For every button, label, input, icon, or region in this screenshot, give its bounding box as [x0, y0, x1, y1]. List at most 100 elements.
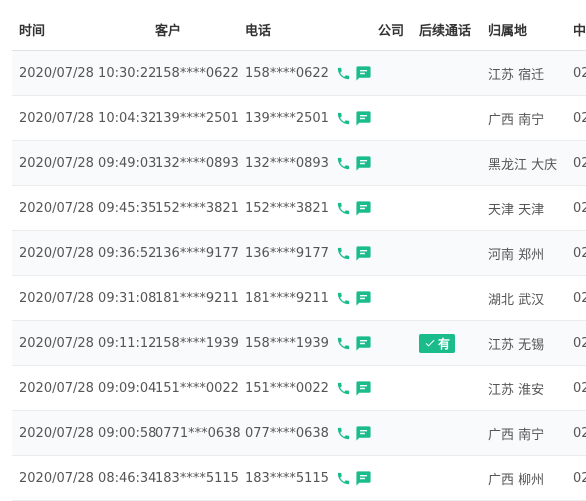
extra-cell: 02: [573, 155, 586, 171]
phone-number: 077****0638: [245, 425, 329, 441]
location-cell: 河南 郑州: [488, 247, 545, 263]
table-row[interactable]: 2020/07/28 09:31:08 181****9211 181****921…: [12, 276, 586, 321]
header-followup[interactable]: 后续通话: [419, 8, 471, 50]
customer-cell: 158****0622: [155, 65, 239, 81]
time-cell: 2020/07/28 09:11:12: [19, 335, 157, 351]
phone-icon[interactable]: [336, 201, 351, 216]
message-icon[interactable]: [355, 290, 372, 307]
extra-cell: 02: [573, 245, 586, 261]
location-cell: 湖北 武汉: [488, 292, 545, 308]
phone-icon[interactable]: [336, 246, 351, 261]
customer-cell: 152****3821: [155, 200, 239, 216]
table-row[interactable]: 2020/07/28 10:04:32 139****2501 139****250…: [12, 96, 586, 141]
customer-cell: 183****5115: [155, 470, 239, 486]
call-records-table: 时间 客户 电话 公司 后续通话 归属地 中 2020/07/28 10:30:…: [12, 8, 586, 501]
phone-icon[interactable]: [336, 291, 351, 306]
phone-cell: 158****0622: [245, 51, 372, 95]
extra-cell: 02: [573, 200, 586, 216]
location-cell: 广西 南宁: [488, 427, 545, 443]
location-cell: 江苏 宿迁: [488, 67, 545, 83]
header-extra[interactable]: 中: [573, 8, 586, 50]
table-body: 2020/07/28 10:30:22 158****0622 158****062…: [12, 51, 586, 501]
phone-icon[interactable]: [336, 426, 351, 441]
customer-cell: 181****9211: [155, 290, 239, 306]
time-cell: 2020/07/28 09:31:08: [19, 290, 157, 306]
table-row[interactable]: 2020/07/28 09:11:12 158****1939 158****193…: [12, 321, 586, 366]
phone-number: 158****0622: [245, 65, 329, 81]
message-icon[interactable]: [355, 110, 372, 127]
extra-cell: 02: [573, 380, 586, 396]
customer-cell: 158****1939: [155, 335, 239, 351]
time-cell: 2020/07/28 09:00:58: [19, 425, 157, 441]
table-header: 时间 客户 电话 公司 后续通话 归属地 中: [12, 8, 586, 51]
phone-icon[interactable]: [336, 471, 351, 486]
phone-number: 183****5115: [245, 470, 329, 486]
table-row[interactable]: 2020/07/28 09:09:04 151****0022 151****002…: [12, 366, 586, 411]
location-cell: 广西 南宁: [488, 112, 545, 128]
header-location[interactable]: 归属地: [488, 8, 527, 50]
phone-number: 181****9211: [245, 290, 329, 306]
time-cell: 2020/07/28 10:04:32: [19, 110, 157, 126]
time-cell: 2020/07/28 08:46:34: [19, 470, 157, 486]
message-icon[interactable]: [355, 335, 372, 352]
customer-cell: 136****9177: [155, 245, 239, 261]
message-icon[interactable]: [355, 245, 372, 262]
header-time[interactable]: 时间: [19, 8, 45, 50]
phone-number: 139****2501: [245, 110, 329, 126]
phone-number: 136****9177: [245, 245, 329, 261]
location-cell: 江苏 无锡: [488, 337, 545, 353]
phone-icon[interactable]: [336, 381, 351, 396]
extra-cell: 02: [573, 65, 586, 81]
phone-icon[interactable]: [336, 66, 351, 81]
header-phone[interactable]: 电话: [245, 8, 271, 50]
customer-cell: 151****0022: [155, 380, 239, 396]
location-cell: 广西 柳州: [488, 472, 545, 488]
extra-cell: 02: [573, 470, 586, 486]
header-company[interactable]: 公司: [378, 8, 404, 50]
location-cell: 黑龙江 大庆: [488, 157, 558, 173]
phone-cell: 077****0638: [245, 411, 372, 455]
table-row[interactable]: 2020/07/28 08:46:34 183****5115 183****511…: [12, 456, 586, 501]
time-cell: 2020/07/28 09:09:04: [19, 380, 157, 396]
time-cell: 2020/07/28 10:30:22: [19, 65, 157, 81]
phone-cell: 181****9211: [245, 276, 372, 320]
table-row[interactable]: 2020/07/28 10:30:22 158****0622 158****062…: [12, 51, 586, 96]
phone-number: 151****0022: [245, 380, 329, 396]
table-row[interactable]: 2020/07/28 09:36:52 136****9177 136****917…: [12, 231, 586, 276]
extra-cell: 02: [573, 290, 586, 306]
time-cell: 2020/07/28 09:36:52: [19, 245, 157, 261]
phone-number: 152****3821: [245, 200, 329, 216]
table-row[interactable]: 2020/07/28 09:49:03 132****0893 132****089…: [12, 141, 586, 186]
message-icon[interactable]: [355, 65, 372, 82]
followup-badge: 有: [419, 333, 456, 353]
phone-cell: 151****0022: [245, 366, 372, 410]
extra-cell: 02: [573, 425, 586, 441]
message-icon[interactable]: [355, 200, 372, 217]
table-row[interactable]: 2020/07/28 09:00:58 0771***0638 077****063…: [12, 411, 586, 456]
phone-cell: 132****0893: [245, 141, 372, 185]
time-cell: 2020/07/28 09:45:35: [19, 200, 157, 216]
check-icon: [424, 337, 438, 349]
phone-number: 158****1939: [245, 335, 329, 351]
phone-number: 132****0893: [245, 155, 329, 171]
phone-cell: 152****3821: [245, 186, 372, 230]
message-icon[interactable]: [355, 380, 372, 397]
phone-icon[interactable]: [336, 336, 351, 351]
customer-cell: 139****2501: [155, 110, 239, 126]
location-cell: 江苏 淮安: [488, 382, 545, 398]
time-cell: 2020/07/28 09:49:03: [19, 155, 157, 171]
phone-cell: 139****2501: [245, 96, 372, 140]
phone-icon[interactable]: [336, 156, 351, 171]
phone-cell: 183****5115: [245, 456, 372, 500]
message-icon[interactable]: [355, 470, 372, 487]
phone-cell: 158****1939: [245, 321, 372, 365]
location-cell: 天津 天津: [488, 202, 545, 218]
table-row[interactable]: 2020/07/28 09:45:35 152****3821 152****382…: [12, 186, 586, 231]
phone-cell: 136****9177: [245, 231, 372, 275]
followup-cell: 有: [419, 321, 456, 365]
customer-cell: 0771***0638: [155, 425, 241, 441]
message-icon[interactable]: [355, 425, 372, 442]
phone-icon[interactable]: [336, 111, 351, 126]
message-icon[interactable]: [355, 155, 372, 172]
header-customer[interactable]: 客户: [155, 8, 181, 50]
